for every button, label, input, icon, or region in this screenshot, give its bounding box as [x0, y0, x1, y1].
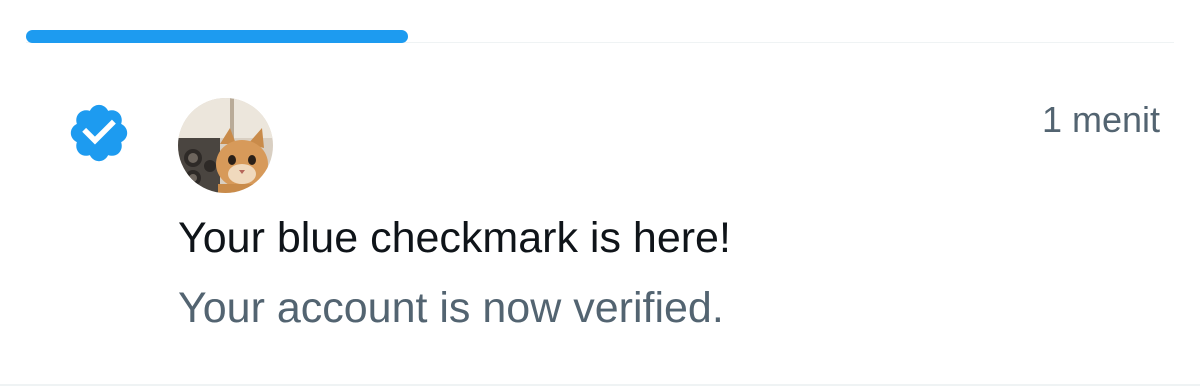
timestamp: 1 menit [1041, 99, 1160, 140]
avatar[interactable] [178, 98, 273, 193]
verified-badge-icon [66, 100, 132, 166]
divider [0, 384, 1200, 386]
notification-subtitle: Your account is now verified. [178, 284, 724, 332]
active-tab-indicator [26, 30, 408, 43]
notification-title: Your blue checkmark is here! [178, 214, 731, 262]
